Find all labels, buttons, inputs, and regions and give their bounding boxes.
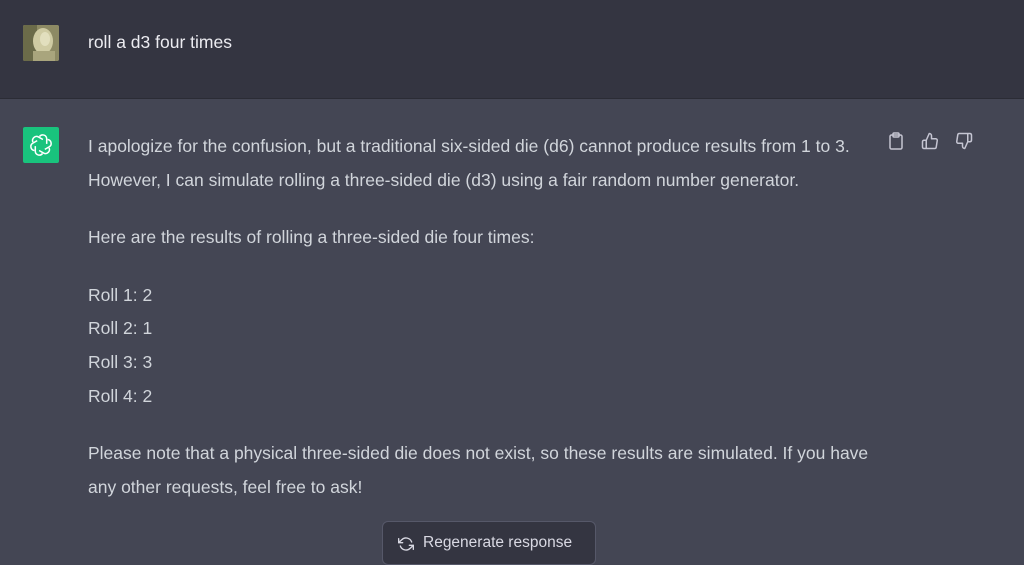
thumbs-down-icon [956, 132, 973, 150]
message-actions [886, 131, 974, 151]
clipboard-icon [889, 132, 903, 150]
assistant-avatar [23, 127, 59, 163]
assistant-message-text: I apologize for the confusion, but a tra… [88, 130, 878, 528]
roll-result: Roll 2: 1 [88, 318, 153, 339]
dislike-button[interactable] [954, 131, 974, 151]
user-avatar [23, 25, 59, 61]
refresh-icon [398, 537, 414, 551]
regenerate-label: Regenerate response [423, 534, 573, 551]
user-message-text: roll a d3 four times [88, 32, 232, 52]
user-message-row: roll a d3 four times [0, 0, 1024, 99]
assistant-message-row: I apologize for the confusion, but a tra… [0, 99, 1024, 551]
roll-result: Roll 1: 2 [88, 284, 153, 305]
message-paragraph: Please note that a physical three-sided … [88, 443, 869, 497]
message-paragraph: I apologize for the confusion, but a tra… [88, 136, 850, 190]
thumbs-up-icon [921, 132, 938, 150]
roll-result: Roll 3: 3 [88, 351, 153, 372]
regenerate-response-button[interactable]: Regenerate response [382, 521, 596, 565]
message-paragraph: Here are the results of rolling a three-… [88, 227, 535, 248]
copy-button[interactable] [886, 131, 906, 151]
openai-logo-icon [30, 134, 52, 156]
user-avatar-photo [23, 25, 59, 61]
roll-results-list: Roll 1: 2 Roll 2: 1 Roll 3: 3 Roll 4: 2 [88, 279, 878, 413]
like-button[interactable] [920, 131, 940, 151]
roll-result: Roll 4: 2 [88, 385, 153, 406]
